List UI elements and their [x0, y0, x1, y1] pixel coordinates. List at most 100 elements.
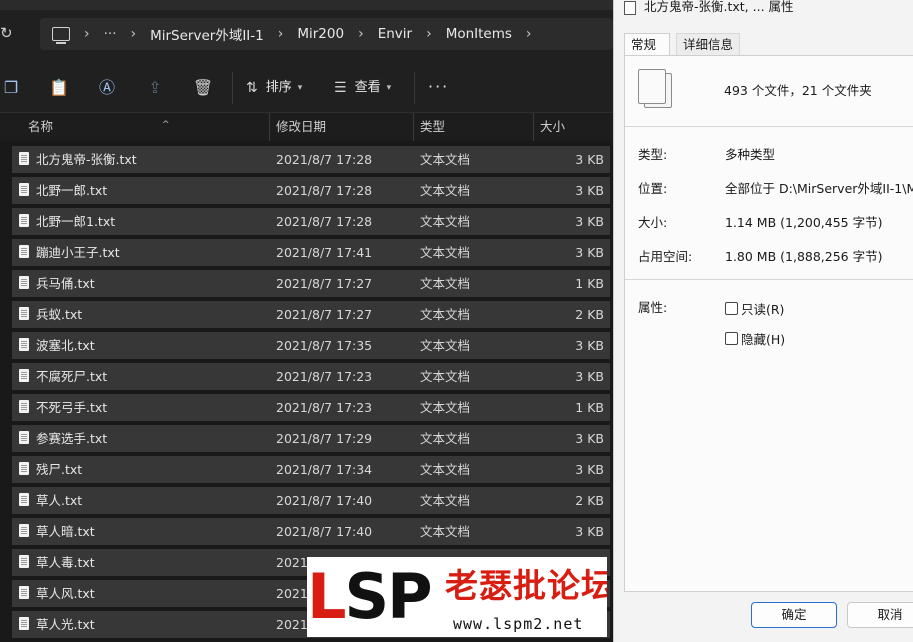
refresh-icon[interactable]: ↻: [0, 22, 20, 44]
copy-icon[interactable]: ❐: [0, 77, 22, 99]
readonly-label: 只读(R): [741, 302, 785, 317]
column-header-size-label: 大小: [540, 119, 566, 134]
breadcrumb-item-envir[interactable]: Envir: [378, 26, 412, 42]
file-type: 文本文档: [420, 524, 471, 539]
text-file-icon: [19, 555, 29, 568]
text-file-icon: [19, 245, 29, 258]
divider: [625, 279, 913, 280]
breadcrumb-item-mirserver[interactable]: MirServer外域II-1: [150, 24, 264, 44]
file-row[interactable]: 兵蚁.txt 2021/8/7 17:27 文本文档 2 KB: [12, 301, 610, 328]
hidden-checkbox[interactable]: 隐藏(H): [725, 329, 785, 348]
watermark-banner: LSP 老瑟批论坛 www.lspm2.net: [307, 557, 607, 637]
checkbox-box[interactable]: [725, 332, 738, 345]
file-size: 3 KB: [575, 152, 604, 167]
file-row[interactable]: 不腐死尸.txt 2021/8/7 17:23 文本文档 3 KB: [12, 363, 610, 390]
more-options-button[interactable]: ···: [428, 77, 449, 96]
sort-icon: ⇅: [246, 80, 258, 96]
size-label: 大小:: [638, 215, 668, 230]
file-date: 2021/8/7 17:29: [276, 431, 373, 446]
breadcrumb-item-monitems[interactable]: MonItems: [446, 26, 512, 42]
file-name: 北方鬼帝-张衡.txt: [36, 152, 137, 167]
file-explorer-window: ↻ › ··· › MirServer外域II-1 › Mir200 › Env…: [0, 0, 613, 642]
file-row[interactable]: 草人暗.txt 2021/8/7 17:40 文本文档 3 KB: [12, 518, 610, 545]
file-size: 3 KB: [575, 183, 604, 198]
file-date: 2021/8/7 17:27: [276, 276, 373, 291]
view-button[interactable]: ☰ 查看 ▾: [334, 77, 391, 99]
file-type: 文本文档: [420, 276, 471, 291]
ok-button[interactable]: 确定: [751, 602, 837, 628]
tab-details[interactable]: 详细信息: [676, 33, 740, 55]
file-date: 2021/8/7 17:27: [276, 307, 373, 322]
file-row[interactable]: 北野一郎1.txt 2021/8/7 17:28 文本文档 3 KB: [12, 208, 610, 235]
view-label: 查看: [354, 80, 381, 95]
file-size: 3 KB: [575, 338, 604, 353]
cancel-button[interactable]: 取消: [847, 602, 913, 628]
file-row[interactable]: 兵马俑.txt 2021/8/7 17:27 文本文档 1 KB: [12, 270, 610, 297]
sort-button[interactable]: ⇅ 排序 ▾: [246, 77, 302, 99]
file-row[interactable]: 北方鬼帝-张衡.txt 2021/8/7 17:28 文本文档 3 KB: [12, 146, 610, 173]
chevron-right-icon: ›: [426, 26, 432, 42]
general-panel: 493 个文件，21 个文件夹 类型: 多种类型 位置: 全部位于 D:\Mir…: [624, 55, 913, 592]
text-file-icon: [19, 617, 29, 630]
column-header-type[interactable]: 类型: [414, 113, 534, 141]
breadcrumb-item-mir200[interactable]: Mir200: [297, 26, 344, 42]
type-value: 多种类型: [725, 147, 776, 162]
attributes-label: 属性:: [638, 300, 668, 315]
tab-general[interactable]: 常规: [624, 33, 670, 56]
file-date: 2021/8/7 17:35: [276, 338, 373, 353]
file-type: 文本文档: [420, 245, 471, 260]
breadcrumb[interactable]: › ··· › MirServer外域II-1 › Mir200 › Envir…: [40, 18, 613, 50]
column-header-size[interactable]: 大小: [534, 113, 613, 141]
chevron-right-icon: ›: [525, 26, 532, 42]
watermark-title: 老瑟批论坛: [445, 566, 607, 605]
text-file-icon: [19, 431, 29, 444]
text-file-icon: [19, 524, 29, 537]
this-pc-icon[interactable]: [52, 27, 70, 44]
breadcrumb-overflow[interactable]: ···: [104, 26, 117, 42]
column-header-name[interactable]: 名称 ^: [22, 113, 270, 141]
file-name: 草人.txt: [36, 493, 83, 508]
share-icon[interactable]: ⇪: [144, 77, 166, 99]
sort-ascending-icon: ^: [162, 120, 170, 130]
file-name: 参赛选手.txt: [36, 431, 108, 446]
file-size: 3 KB: [575, 245, 604, 260]
file-type: 文本文档: [420, 400, 471, 415]
watermark-logo: LSP: [307, 560, 433, 633]
file-row[interactable]: 波塞北.txt 2021/8/7 17:35 文本文档 3 KB: [12, 332, 610, 359]
file-row[interactable]: 北野一郎.txt 2021/8/7 17:28 文本文档 3 KB: [12, 177, 610, 204]
file-row[interactable]: 不死弓手.txt 2021/8/7 17:23 文本文档 1 KB: [12, 394, 610, 421]
file-name: 兵蚁.txt: [36, 307, 83, 322]
chevron-right-icon: ›: [84, 26, 90, 42]
file-type: 文本文档: [420, 214, 471, 229]
rename-icon[interactable]: Ⓐ: [96, 77, 118, 99]
file-name: 草人暗.txt: [36, 524, 95, 539]
file-row[interactable]: 草人.txt 2021/8/7 17:40 文本文档 2 KB: [12, 487, 610, 514]
text-file-icon: [19, 307, 29, 320]
delete-icon[interactable]: 🗑: [192, 77, 214, 99]
file-date: 2021/8/7 17:23: [276, 400, 373, 415]
readonly-checkbox[interactable]: 只读(R): [725, 299, 784, 318]
text-file-icon: [19, 152, 29, 165]
file-size: 3 KB: [575, 214, 604, 229]
hidden-label: 隐藏(H): [741, 332, 786, 347]
file-type: 文本文档: [420, 307, 471, 322]
file-row[interactable]: 蹦迪小王子.txt 2021/8/7 17:41 文本文档 3 KB: [12, 239, 610, 266]
command-bar: ❐ 📋 Ⓐ ⇪ 🗑 ⇅ 排序 ▾ ☰ 查看 ▾ ···: [0, 64, 613, 113]
file-size: 3 KB: [575, 462, 604, 477]
file-size: 3 KB: [575, 369, 604, 384]
file-date: 2021/8/7 17:41: [276, 245, 373, 260]
title-strip: [0, 0, 613, 10]
checkbox-box[interactable]: [725, 302, 738, 315]
file-row[interactable]: 残尸.txt 2021/8/7 17:34 文本文档 3 KB: [12, 456, 610, 483]
file-row[interactable]: 参赛选手.txt 2021/8/7 17:29 文本文档 3 KB: [12, 425, 610, 452]
chevron-right-icon: ›: [277, 26, 284, 42]
file-name: 北野一郎1.txt: [36, 214, 116, 229]
paste-icon[interactable]: 📋: [48, 77, 70, 99]
column-header-date[interactable]: 修改日期: [270, 113, 414, 141]
dialog-title: 北方鬼帝-张衡.txt, ... 属性: [644, 0, 794, 14]
file-name: 草人光.txt: [36, 617, 95, 632]
file-name: 波塞北.txt: [36, 338, 95, 353]
file-name: 草人毒.txt: [36, 555, 95, 570]
file-date: 2021/8/7 17:40: [276, 493, 373, 508]
file-size: 2 KB: [575, 493, 604, 508]
